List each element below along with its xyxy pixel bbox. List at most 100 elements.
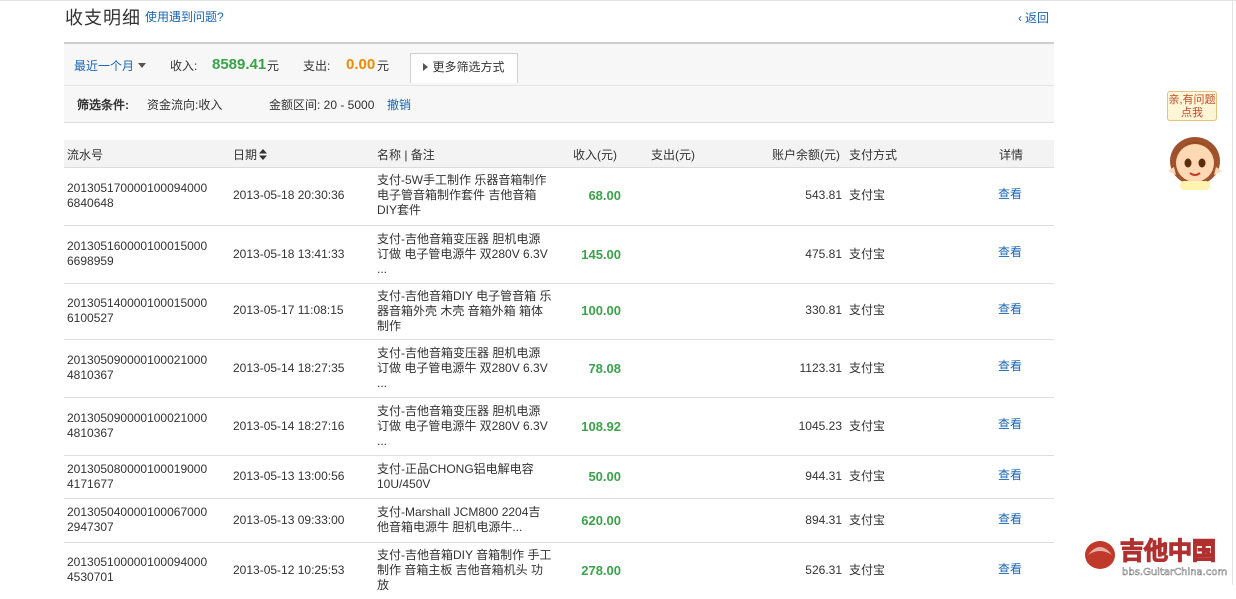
row-name: 支付-吉他音箱DIY 电子管音箱 乐器音箱外壳 木壳 音箱外箱 箱体制作 [377, 289, 552, 333]
filter-conditions-label: 筛选条件: [77, 98, 129, 112]
row-date: 2013-05-18 20:30:36 [233, 188, 345, 202]
more-filters-button[interactable]: 更多筛选方式 [410, 53, 518, 83]
table-header: 流水号 日期 名称 | 备注 收入(元) 支出(元) 账户余额(元) 支付方式 … [64, 140, 1054, 168]
row-method: 支付宝 [849, 419, 886, 433]
row-id: 201305090000100021000 4810367 [67, 411, 208, 440]
guitarchina-logo: 吉他中国 bbs.GuitarChina.com [1085, 536, 1227, 578]
income-total-label: 收入: [170, 59, 198, 73]
svg-text:吉他中国: 吉他中国 [1120, 537, 1216, 565]
triangle-right-icon [423, 63, 429, 71]
row-name: 支付-吉他音箱变压器 胆机电源订做 电子管电源牛 双280V 6.3V ... [377, 404, 548, 448]
view-detail-link[interactable]: 查看 [998, 359, 1022, 374]
row-date: 2013-05-17 11:08:15 [233, 303, 344, 317]
row-income: 100.00 [581, 303, 621, 318]
column-header-detail: 详情 [999, 148, 1024, 162]
row-income: 68.00 [588, 188, 621, 203]
view-detail-link[interactable]: 查看 [998, 302, 1022, 317]
expense-total-label: 支出: [303, 59, 331, 73]
table-row: 201305140000100015000 6100527 2013-05-17… [64, 284, 1054, 340]
row-method: 支付宝 [849, 361, 886, 375]
table-row: 201305160000100015000 6698959 2013-05-18… [64, 226, 1054, 284]
expense-total-value: 0.00 [346, 56, 376, 73]
back-link-label: 返回 [1025, 11, 1050, 25]
row-name: 支付-5W手工制作 乐器音箱制作 电子管音箱制作套件 吉他音箱DIY套件 [377, 173, 547, 217]
column-header-expense: 支出(元) [651, 148, 695, 162]
row-date: 2013-05-13 13:00:56 [233, 469, 345, 483]
row-income: 50.00 [588, 469, 621, 484]
view-detail-link[interactable]: 查看 [998, 512, 1022, 527]
column-header-method: 支付方式 [849, 148, 898, 162]
income-unit: 元 [267, 59, 280, 73]
row-income: 108.92 [581, 419, 621, 434]
help-bubble[interactable]: 亲,有问题点我 [1167, 91, 1217, 121]
row-date: 2013-05-12 10:25:53 [233, 563, 345, 577]
row-method: 支付宝 [849, 513, 886, 527]
row-name: 支付-吉他音箱变压器 胆机电源订做 电子管电源牛 双280V 6.3V ... [377, 346, 548, 390]
column-header-name: 名称 | 备注 [377, 148, 435, 162]
row-income: 620.00 [581, 513, 621, 528]
table-row: 201305090000100021000 4810367 2013-05-14… [64, 398, 1054, 456]
row-balance: 894.31 [805, 513, 842, 527]
row-id: 201305040000100067000 2947307 [67, 505, 208, 534]
row-date: 2013-05-13 09:33:00 [233, 513, 345, 527]
row-balance: 944.31 [805, 469, 842, 483]
filter-panel: 最近一个月 收入: 8589.41 元 支出: 0.00 元 更多筛选方式 筛选… [64, 42, 1054, 123]
row-income: 278.00 [581, 563, 621, 578]
table-row: 201305170000100094000 6840648 2013-05-18… [64, 168, 1054, 226]
sort-icon [259, 149, 268, 160]
caret-down-icon [138, 63, 147, 68]
row-balance: 475.81 [805, 247, 842, 261]
page-title: 收支明细 [65, 8, 141, 28]
row-balance: 543.81 [805, 188, 842, 202]
expense-unit: 元 [377, 59, 390, 73]
row-method: 支付宝 [849, 563, 886, 577]
row-id: 201305160000100015000 6698959 [67, 239, 208, 268]
row-method: 支付宝 [849, 469, 886, 483]
row-name: 支付-正品CHONG铝电解电容 10U/450V [377, 462, 534, 491]
row-id: 201305140000100015000 6100527 [67, 296, 208, 325]
column-header-date-label: 日期 [233, 148, 258, 162]
back-link[interactable]: ‹ 返回 [1018, 9, 1049, 26]
income-total-value: 8589.41 [212, 56, 267, 73]
view-detail-link[interactable]: 查看 [998, 468, 1022, 483]
right-border [1232, 0, 1233, 585]
column-header-id: 流水号 [67, 148, 104, 162]
row-balance: 526.31 [805, 563, 842, 577]
column-header-income: 收入(元) [573, 148, 617, 162]
row-method: 支付宝 [849, 303, 886, 317]
row-income: 145.00 [581, 247, 621, 262]
filter-condition-amount: 金额区间: 20 - 5000 [269, 98, 375, 112]
table-row: 201305080000100019000 4171677 2013-05-13… [64, 456, 1054, 499]
chevron-left-icon: ‹ [1018, 11, 1022, 25]
row-date: 2013-05-18 13:41:33 [233, 247, 345, 261]
top-border [0, 0, 1236, 1]
table-row: 201305090000100021000 4810367 2013-05-14… [64, 340, 1054, 398]
table-row: 201305040000100067000 2947307 2013-05-13… [64, 499, 1054, 543]
column-header-date[interactable]: 日期 [233, 146, 268, 163]
help-link[interactable]: 使用遇到问题? [145, 8, 224, 25]
transaction-table: 流水号 日期 名称 | 备注 收入(元) 支出(元) 账户余额(元) 支付方式 … [64, 140, 1054, 599]
row-name: 支付-吉他音箱DIY 音箱制作 手工制作 音箱主板 吉他音箱机头 功放 [377, 548, 552, 592]
row-balance: 1123.31 [799, 361, 843, 375]
row-date: 2013-05-14 18:27:35 [233, 361, 345, 375]
view-detail-link[interactable]: 查看 [998, 245, 1022, 260]
row-id: 201305170000100094000 6840648 [67, 181, 208, 210]
row-balance: 330.81 [805, 303, 842, 317]
filter-condition-direction: 资金流向:收入 [147, 98, 223, 112]
date-range-label: 最近一个月 [74, 59, 135, 73]
view-detail-link[interactable]: 查看 [998, 187, 1022, 202]
row-name: 支付-Marshall JCM800 2204吉他音箱电源牛 胆机电源牛... [377, 505, 541, 534]
svg-text:bbs.GuitarChina.com: bbs.GuitarChina.com [1122, 567, 1227, 578]
customer-service-avatar-icon[interactable] [1162, 127, 1228, 191]
row-balance: 1045.23 [798, 419, 842, 433]
view-detail-link[interactable]: 查看 [998, 417, 1022, 432]
view-detail-link[interactable]: 查看 [998, 562, 1022, 577]
row-id: 201305100000100094000 4530701 [67, 555, 208, 584]
row-date: 2013-05-14 18:27:16 [233, 419, 345, 433]
row-id: 201305080000100019000 4171677 [67, 462, 208, 491]
row-name: 支付-吉他音箱变压器 胆机电源订做 电子管电源牛 双280V 6.3V ... [377, 232, 548, 276]
date-range-dropdown[interactable]: 最近一个月 [74, 57, 147, 74]
cancel-filter-link[interactable]: 撤销 [387, 96, 411, 113]
row-id: 201305090000100021000 4810367 [67, 353, 208, 382]
row-method: 支付宝 [849, 247, 886, 261]
